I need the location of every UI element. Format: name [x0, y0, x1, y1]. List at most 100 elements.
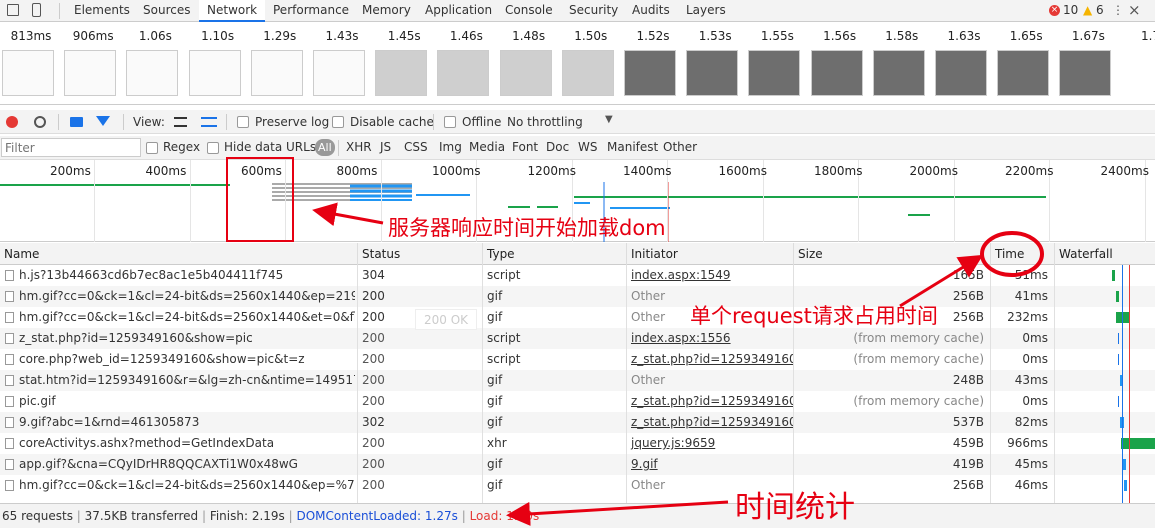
list-view-icon[interactable]	[174, 117, 187, 127]
filmstrip-frame[interactable]	[437, 50, 490, 96]
hide-data-urls-label[interactable]: Hide data URLs	[224, 140, 316, 154]
table-row[interactable]: coreActivitys.ashx?method=GetIndexData 20…	[0, 433, 1155, 454]
table-row[interactable]: app.gif?&cna=CQyIDrHR8QQCAXTi1W0x48wG 200…	[0, 454, 1155, 475]
table-row[interactable]: hm.gif?cc=0&ck=1&cl=24-bit&ds=2560x1440&…	[0, 286, 1155, 307]
filmstrip-frame[interactable]	[250, 50, 303, 96]
tab-layers[interactable]: Layers	[678, 0, 734, 22]
warning-count[interactable]: 6	[1096, 3, 1104, 17]
device-toggle-icon[interactable]	[32, 3, 41, 17]
request-initiator[interactable]: z_stat.php?id=1259349160...	[627, 349, 793, 370]
type-filter-doc[interactable]: Doc	[546, 140, 569, 154]
offline-label[interactable]: Offline	[462, 115, 501, 129]
more-menu-icon[interactable]: ⋮	[1112, 3, 1124, 17]
waterfall-bar[interactable]	[1121, 438, 1155, 449]
type-filter-img[interactable]: Img	[439, 140, 462, 154]
request-initiator[interactable]: index.aspx:1549	[627, 265, 793, 286]
type-filter-manifest[interactable]: Manifest	[607, 140, 658, 154]
record-icon[interactable]	[6, 116, 18, 128]
table-row[interactable]: hm.gif?cc=0&ck=1&cl=24-bit&ds=2560x1440&…	[0, 475, 1155, 496]
waterfall-bar[interactable]	[1123, 459, 1126, 470]
filmstrip-frame[interactable]	[748, 50, 801, 96]
filmstrip-frame[interactable]	[997, 50, 1050, 96]
filmstrip-frame[interactable]	[561, 50, 614, 96]
tab-elements[interactable]: Elements	[66, 0, 138, 22]
table-row[interactable]: core.php?web_id=1259349160&show=pic&t=z 2…	[0, 349, 1155, 370]
error-count[interactable]: 10	[1063, 3, 1078, 17]
filmstrip-frame[interactable]	[64, 50, 117, 96]
type-filter-media[interactable]: Media	[469, 140, 505, 154]
table-row[interactable]: pic.gif 200 gif z_stat.php?id=1259349160...…	[0, 391, 1155, 412]
column-initiator[interactable]: Initiator	[626, 243, 793, 265]
filter-input[interactable]	[1, 138, 141, 157]
chevron-down-icon[interactable]: ▼	[605, 114, 613, 125]
throttling-select[interactable]: No throttling	[507, 115, 583, 129]
type-filter-css[interactable]: CSS	[404, 140, 428, 154]
filmstrip-frame[interactable]	[313, 50, 365, 96]
tab-audits[interactable]: Audits	[624, 0, 678, 22]
tab-sources[interactable]: Sources	[135, 0, 198, 22]
filmstrip-frame[interactable]	[935, 50, 987, 96]
filter-icon[interactable]	[96, 116, 110, 126]
filmstrip-frame[interactable]	[1059, 50, 1112, 96]
request-initiator[interactable]: z_stat.php?id=1259349160...	[627, 391, 793, 412]
table-row[interactable]: 9.gif?abc=1&rnd=461305873 302 gif z_stat.ph…	[0, 412, 1155, 433]
waterfall-bar[interactable]	[1112, 270, 1115, 281]
filmstrip-frame[interactable]	[126, 50, 179, 96]
column-name[interactable]: Name	[0, 243, 357, 265]
request-initiator[interactable]: jquery.js:9659	[627, 433, 793, 454]
request-initiator[interactable]: index.aspx:1556	[627, 328, 793, 349]
waterfall-bar[interactable]	[1118, 396, 1119, 407]
filmstrip-frame[interactable]	[872, 50, 925, 96]
table-row[interactable]: z_stat.php?id=1259349160&show=pic 200 scri…	[0, 328, 1155, 349]
tab-performance[interactable]: Performance	[265, 0, 357, 22]
tab-network[interactable]: Network	[199, 0, 266, 22]
type-filter-all[interactable]: All	[315, 139, 335, 156]
error-icon[interactable]: ×	[1049, 5, 1060, 16]
clear-icon[interactable]	[34, 116, 46, 128]
type-filter-font[interactable]: Font	[512, 140, 538, 154]
waterfall-view-icon[interactable]	[201, 117, 217, 127]
type-filter-js[interactable]: JS	[380, 140, 391, 154]
offline-checkbox[interactable]	[444, 116, 456, 128]
preserve-log-checkbox[interactable]	[237, 116, 249, 128]
filmstrip-frame[interactable]	[624, 50, 676, 96]
column-size[interactable]: Size	[793, 243, 990, 265]
filmstrip-frame[interactable]	[188, 50, 241, 96]
regex-checkbox[interactable]	[146, 142, 158, 154]
waterfall-bar[interactable]	[1116, 312, 1130, 323]
table-row[interactable]: hm.gif?cc=0&ck=1&cl=24-bit&ds=2560x1440&…	[0, 307, 1155, 328]
request-initiator[interactable]: 9.gif	[627, 454, 793, 475]
filmstrip-frame[interactable]	[810, 50, 863, 96]
tab-console[interactable]: Console	[497, 0, 561, 22]
disable-cache-label[interactable]: Disable cache	[350, 115, 434, 129]
inspect-icon[interactable]	[7, 4, 19, 16]
waterfall-bar[interactable]	[1116, 291, 1119, 302]
table-row[interactable]: stat.htm?id=1259349160&r=&lg=zh-cn&ntime…	[0, 370, 1155, 391]
table-row[interactable]: h.js?13b44663cd6b7ec8ac1e5b404411f745 304…	[0, 265, 1155, 286]
tab-security[interactable]: Security	[561, 0, 626, 22]
column-type[interactable]: Type	[482, 243, 626, 265]
warning-icon[interactable]: ▲	[1083, 3, 1092, 17]
filmstrip-frame[interactable]	[375, 50, 428, 96]
column-status[interactable]: Status	[357, 243, 482, 265]
type-filter-other[interactable]: Other	[663, 140, 697, 154]
request-initiator[interactable]: z_stat.php?id=1259349160...	[627, 412, 793, 433]
disable-cache-checkbox[interactable]	[332, 116, 344, 128]
filmstrip-frame[interactable]	[499, 50, 552, 96]
camera-icon[interactable]	[70, 117, 83, 127]
hide-data-urls-checkbox[interactable]	[207, 142, 219, 154]
preserve-log-label[interactable]: Preserve log	[255, 115, 329, 129]
type-filter-ws[interactable]: WS	[578, 140, 597, 154]
column-time[interactable]: Time	[990, 243, 1054, 265]
column-waterfall[interactable]: Waterfall	[1054, 243, 1155, 265]
regex-label[interactable]: Regex	[163, 140, 200, 154]
type-filter-xhr[interactable]: XHR	[346, 140, 372, 154]
waterfall-bar[interactable]	[1124, 480, 1127, 491]
close-devtools-icon[interactable]: ×	[1128, 1, 1141, 19]
filmstrip-frame[interactable]	[2, 50, 54, 96]
waterfall-bar[interactable]	[1118, 354, 1119, 365]
filmstrip-frame[interactable]	[686, 50, 739, 96]
tab-memory[interactable]: Memory	[354, 0, 419, 22]
tab-application[interactable]: Application	[417, 0, 500, 22]
waterfall-bar[interactable]	[1118, 333, 1119, 344]
